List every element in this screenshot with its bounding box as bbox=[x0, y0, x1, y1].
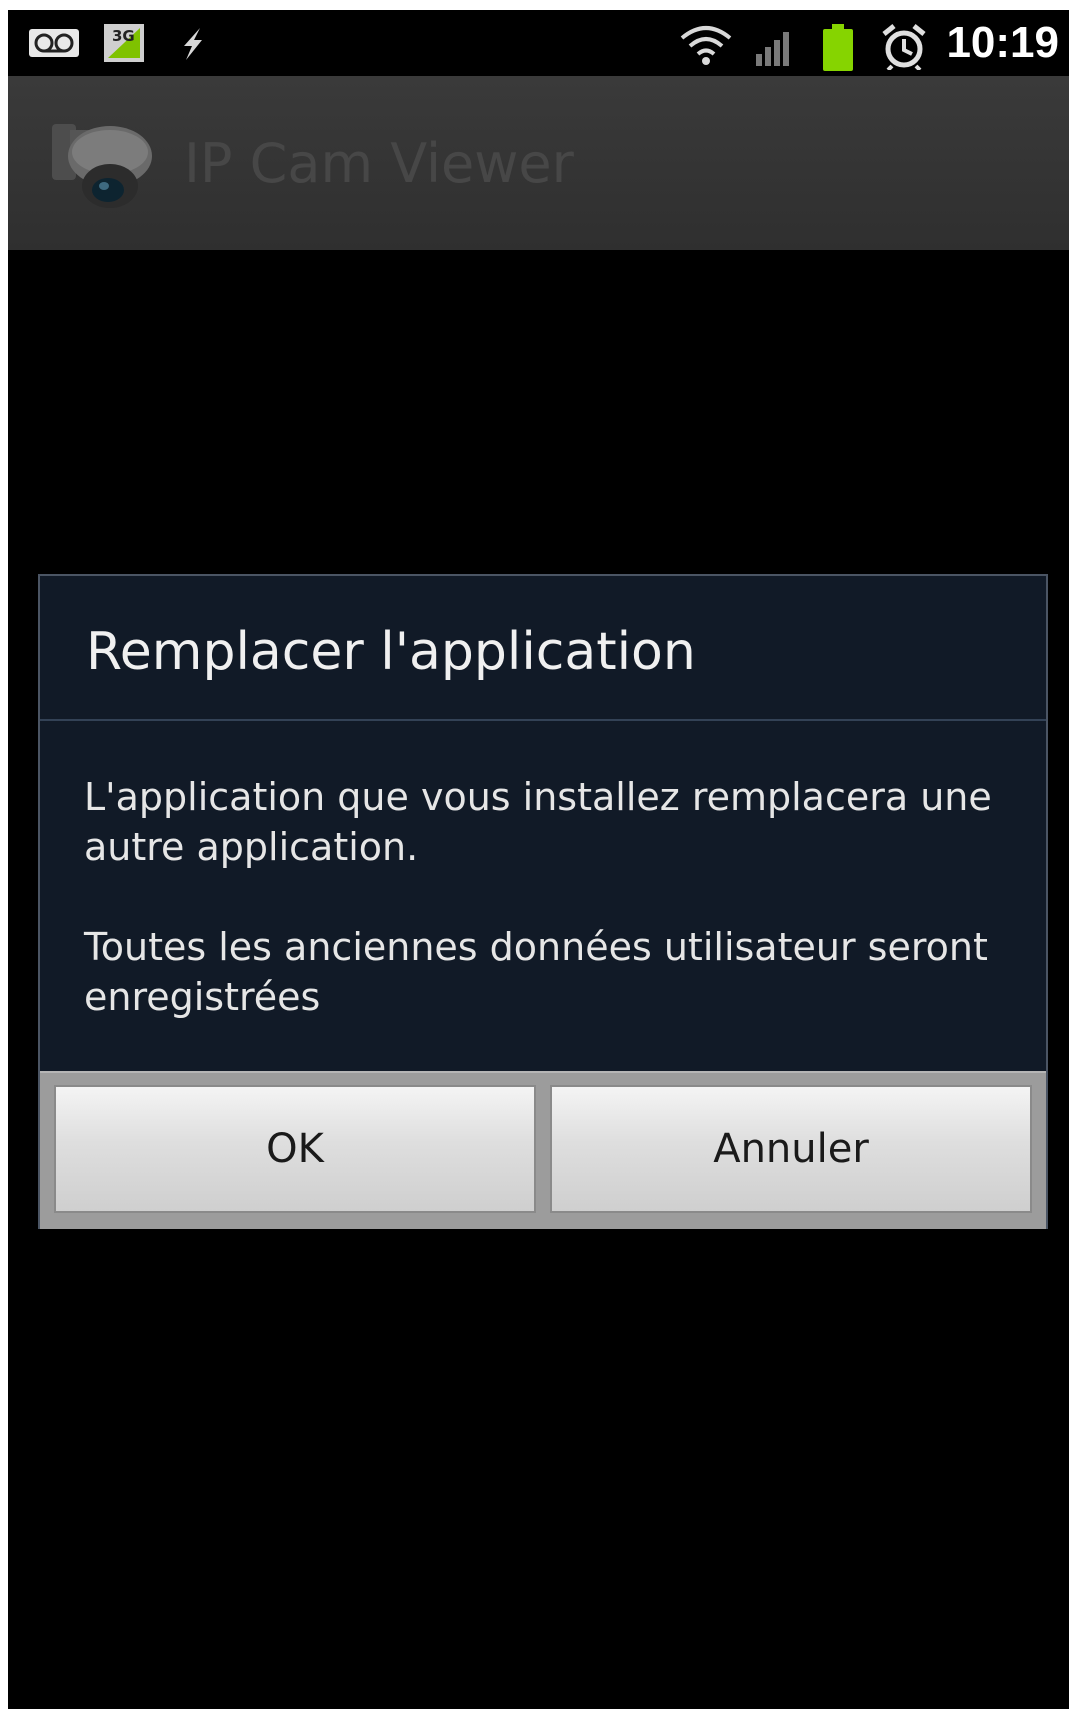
message-paragraph: L'application que vous installez remplac… bbox=[84, 775, 992, 869]
3g-data-icon: 3G bbox=[104, 24, 144, 62]
alarm-icon bbox=[882, 24, 926, 70]
camera-dome-icon bbox=[52, 124, 152, 208]
message-paragraph: Toutes les anciennes données utilisateur… bbox=[84, 925, 988, 1019]
replace-app-dialog: Remplacer l'application L'application qu… bbox=[38, 574, 1048, 1229]
signal-icon bbox=[756, 32, 789, 66]
phone-screen: 3G 10:19 IP Cam Viewer Remplacer l'appli… bbox=[8, 10, 1069, 1709]
battery-icon bbox=[823, 24, 853, 71]
dialog-message: L'application que vous installez remplac… bbox=[84, 772, 1004, 1072]
cancel-button[interactable]: Annuler bbox=[550, 1085, 1032, 1213]
network-type-label: 3G bbox=[112, 27, 135, 45]
title-divider bbox=[40, 719, 1046, 721]
dialog-title: Remplacer l'application bbox=[86, 622, 696, 682]
action-bar: IP Cam Viewer bbox=[8, 76, 1069, 250]
wifi-icon bbox=[680, 26, 732, 65]
usb-icon bbox=[184, 28, 202, 60]
ok-button[interactable]: OK bbox=[54, 1085, 536, 1213]
voicemail-icon bbox=[29, 29, 79, 57]
dialog-button-bar: OK Annuler bbox=[40, 1071, 1046, 1229]
app-title: IP Cam Viewer bbox=[184, 132, 574, 195]
status-clock: 10:19 bbox=[946, 18, 1059, 67]
status-bar: 3G 10:19 bbox=[8, 10, 1069, 76]
